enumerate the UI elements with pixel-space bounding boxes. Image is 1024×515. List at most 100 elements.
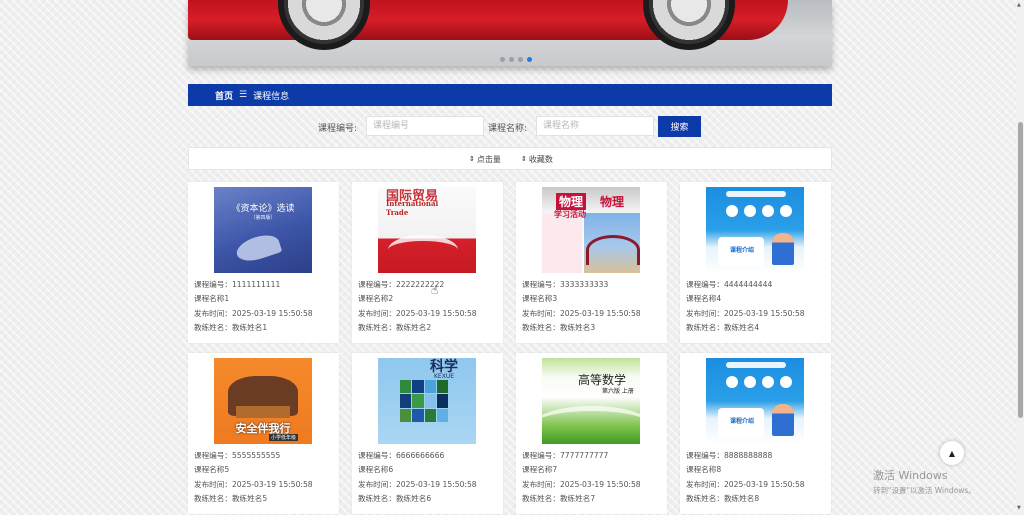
- course-cover[interactable]: 《资本论》选读 （第四版）: [214, 187, 312, 273]
- course-card[interactable]: 高等数学 第六版 上册 课程编号：7777777777 课程名称7 发布时间：2…: [516, 353, 667, 514]
- course-name-input[interactable]: [536, 116, 654, 136]
- coach-name: 教练姓名：教练姓名4: [686, 322, 760, 332]
- cover-art: [400, 380, 448, 422]
- sort-bar: ⇕ 点击量 ⇕ 收藏数: [188, 147, 832, 170]
- cover-title: 《资本论》选读: [231, 204, 295, 214]
- cover-art: [542, 406, 640, 444]
- course-card[interactable]: 国际贸易 International Trade 课程编号：2222222222…: [352, 182, 503, 343]
- carousel-dot[interactable]: [518, 57, 523, 62]
- publish-time: 发布时间：2025-03-19 15:50:58: [194, 308, 313, 318]
- course-cover[interactable]: 高等数学 第六版 上册: [542, 358, 640, 444]
- watermark-subtitle: 转到"设置"以激活 Windows。: [873, 486, 976, 495]
- cover-art: [744, 205, 756, 217]
- carousel-dot[interactable]: [509, 57, 514, 62]
- cover-art: [726, 376, 738, 388]
- course-card[interactable]: 物理 物理 学习活动 课程编号：3333333333 课程名称3 发布时间：20…: [516, 182, 667, 343]
- cover-title: 物理: [600, 195, 625, 209]
- cover-title: 物理: [556, 193, 587, 210]
- cover-art: [762, 376, 774, 388]
- cover-art: [726, 191, 786, 197]
- course-cover[interactable]: 物理 物理 学习活动: [542, 187, 640, 273]
- course-code: 课程编号：3333333333: [522, 280, 609, 289]
- car-wheel: [643, 0, 735, 50]
- cover-art: [236, 406, 290, 418]
- scroll-top-button[interactable]: ▲: [940, 441, 964, 465]
- cover-art: [233, 230, 283, 266]
- course-name: 课程名称4: [686, 294, 722, 304]
- cover-art: [772, 233, 794, 265]
- course-card[interactable]: 安全伴我行 小学低年级 课程编号：5555555555 课程名称5 发布时间：2…: [188, 353, 339, 514]
- cover-art: [744, 376, 756, 388]
- coach-name: 教练姓名：教练姓名8: [686, 493, 760, 503]
- cover-art: [772, 404, 794, 436]
- sort-by-clicks[interactable]: ⇕ 点击量: [469, 154, 501, 165]
- course-code: 课程编号：6666666666: [358, 451, 445, 460]
- scroll-down-icon[interactable]: ▼: [1017, 505, 1021, 511]
- course-code: 课程编号：8888888888: [686, 451, 773, 460]
- course-name: 课程名称6: [358, 465, 394, 475]
- course-code: 课程编号：4444444444: [686, 280, 773, 289]
- breadcrumb-current[interactable]: 课程信息: [253, 89, 289, 102]
- publish-time: 发布时间：2025-03-19 15:50:58: [194, 479, 313, 489]
- course-code-label: 课程编号:: [318, 124, 358, 134]
- carousel-indicators: [500, 57, 532, 62]
- cover-subtitle: International: [386, 199, 439, 208]
- cover-art: [388, 235, 458, 265]
- publish-time: 发布时间：2025-03-19 15:50:58: [358, 308, 477, 318]
- course-cover[interactable]: 国际贸易 International Trade: [378, 187, 476, 273]
- hero-carousel[interactable]: [188, 0, 832, 66]
- course-card[interactable]: 课程介绍 课程编号：8888888888 课程名称8 发布时间：2025-03-…: [680, 353, 831, 514]
- publish-time: 发布时间：2025-03-19 15:50:58: [686, 308, 805, 318]
- cover-art: [586, 235, 640, 265]
- course-name: 课程名称1: [194, 294, 230, 304]
- cover-art: [780, 205, 792, 217]
- arrow-up-icon: ▲: [948, 448, 956, 458]
- cover-title: 课程介绍: [730, 418, 755, 425]
- course-code: 课程编号：5555555555: [194, 451, 281, 460]
- coach-name: 教练姓名：教练姓名2: [358, 322, 432, 332]
- hand-cursor-icon: ☝: [431, 283, 439, 297]
- cover-subtitle: （第四版）: [250, 215, 276, 221]
- breadcrumb-home[interactable]: 首页: [215, 89, 233, 102]
- course-code: 课程编号：2222222222: [358, 280, 445, 289]
- course-cover[interactable]: 科学 KEXUE: [378, 358, 476, 444]
- coach-name: 教练姓名：教练姓名5: [194, 493, 268, 503]
- course-name: 课程名称5: [194, 465, 230, 475]
- cover-art: [542, 213, 582, 273]
- cover-subtitle: KEXUE: [434, 373, 455, 380]
- coach-name: 教练姓名：教练姓名1: [194, 322, 268, 332]
- carousel-dot[interactable]: [500, 57, 505, 62]
- sort-icon: ⇕: [469, 155, 475, 163]
- cover-subtitle: Trade: [386, 208, 409, 217]
- carousel-dot-active[interactable]: [527, 57, 532, 62]
- course-cover[interactable]: 安全伴我行 小学低年级: [214, 358, 312, 444]
- course-card[interactable]: 课程介绍 课程编号：4444444444 课程名称4 发布时间：2025-03-…: [680, 182, 831, 343]
- scrollbar-thumb[interactable]: [1018, 122, 1023, 418]
- cover-art: [780, 376, 792, 388]
- course-card[interactable]: 《资本论》选读 （第四版） 课程编号：1111111111 课程名称1 发布时间…: [188, 182, 339, 343]
- publish-time: 发布时间：2025-03-19 15:50:58: [522, 308, 641, 318]
- course-code: 课程编号：1111111111: [194, 280, 281, 289]
- cover-art: [726, 205, 738, 217]
- sort-label: 点击量: [476, 155, 501, 164]
- sort-by-favorites[interactable]: ⇕ 收藏数: [521, 154, 553, 165]
- cover-subtitle: 小学低年级: [269, 434, 299, 441]
- course-code-input[interactable]: [366, 116, 484, 136]
- cover-art: [762, 205, 774, 217]
- publish-time: 发布时间：2025-03-19 15:50:58: [358, 479, 477, 489]
- search-button[interactable]: 搜索: [658, 116, 701, 137]
- scroll-up-icon[interactable]: ▲: [1017, 2, 1021, 8]
- course-cover[interactable]: 课程介绍: [706, 187, 804, 273]
- course-name: 课程名称3: [522, 294, 558, 304]
- course-cover[interactable]: 课程介绍: [706, 358, 804, 444]
- course-name: 课程名称7: [522, 465, 558, 475]
- car-wheel: [278, 0, 370, 50]
- sort-icon: ⇕: [521, 155, 527, 163]
- cover-title: 课程介绍: [730, 247, 755, 254]
- publish-time: 发布时间：2025-03-19 15:50:58: [686, 479, 805, 489]
- coach-name: 教练姓名：教练姓名6: [358, 493, 432, 503]
- course-card[interactable]: 科学 KEXUE 课程编号：6666666666 课程名称6 发布时间：2025…: [352, 353, 503, 514]
- menu-icon: ☰: [239, 90, 248, 100]
- coach-name: 教练姓名：教练姓名3: [522, 322, 596, 332]
- sort-label: 收藏数: [528, 155, 553, 164]
